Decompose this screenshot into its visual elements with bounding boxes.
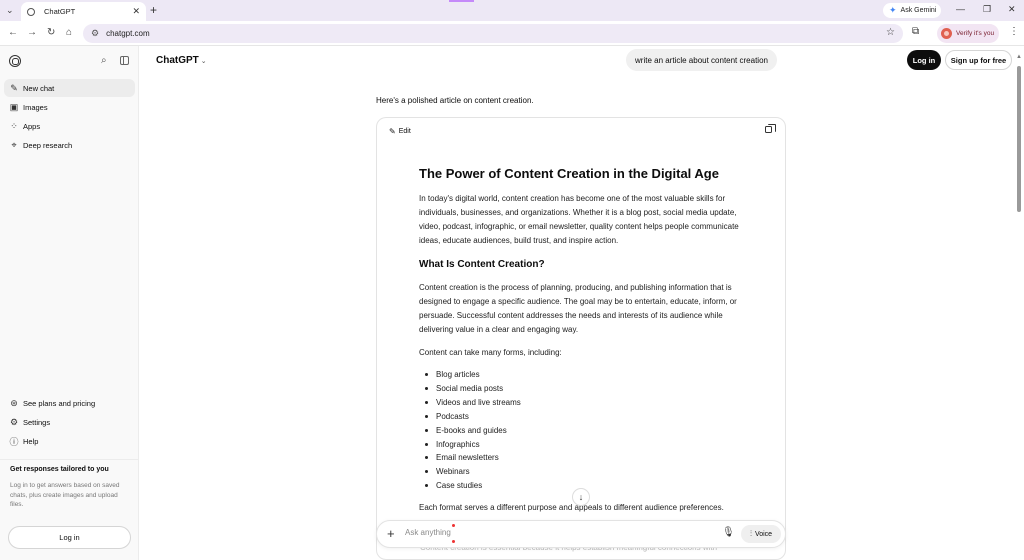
gemini-sparkle-icon: ✦ — [889, 5, 897, 15]
arrow-down-icon: ↓ — [578, 492, 584, 502]
forward-arrow-icon[interactable]: → — [27, 27, 37, 38]
sidebar-item-images[interactable]: ▣ Images — [4, 98, 135, 116]
list-item: E-books and guides — [419, 424, 749, 438]
plans-icon: ⊛ — [10, 397, 18, 408]
extensions-icon[interactable]: ⧉ — [912, 26, 919, 37]
list-item: Email newsletters — [419, 451, 749, 465]
sidebar-item-label: See plans and pricing — [23, 398, 96, 408]
content-forms-list: Blog articles Social media posts Videos … — [419, 368, 749, 493]
edit-icon: ✎ — [10, 82, 18, 93]
article-document: The Power of Content Creation in the Dig… — [419, 166, 749, 515]
browser-menu-icon[interactable]: ⋮ — [1009, 26, 1019, 37]
sidebar-item-plans[interactable]: ⊛ See plans and pricing — [4, 394, 135, 412]
sidebar: ⌕ ✎ New chat ▣ Images ⁘ Apps ⌖ Deep rese… — [0, 46, 139, 560]
image-icon: ▣ — [9, 101, 19, 112]
gear-icon: ⚙ — [9, 416, 19, 427]
user-message-bubble: write an article about content creation — [626, 49, 777, 71]
home-icon[interactable]: ⌂ — [66, 27, 72, 38]
sidebar-item-settings[interactable]: ⚙ Settings — [4, 413, 135, 431]
scroll-down-button[interactable]: ↓ — [572, 488, 590, 506]
ask-gemini-button[interactable]: ✦ Ask Gemini — [883, 3, 941, 18]
browser-tab[interactable]: ChatGPT ✕ — [21, 2, 146, 21]
chevron-down-icon: ⌄ — [200, 58, 207, 65]
page-scrollbar[interactable]: ▲ — [1016, 54, 1022, 560]
login-button[interactable]: Log in — [907, 50, 941, 70]
sidebar-item-deep-research[interactable]: ⌖ Deep research — [4, 136, 135, 154]
model-selector[interactable]: ChatGPT ⌄ — [156, 55, 207, 66]
sidebar-item-label: New chat — [23, 83, 55, 93]
new-tab-button[interactable]: + — [150, 3, 157, 17]
sidebar-item-new-chat[interactable]: ✎ New chat — [4, 79, 135, 97]
article-paragraph: In today's digital world, content creati… — [419, 194, 739, 245]
edit-button[interactable]: ✎ Edit — [383, 123, 417, 139]
sidebar-login-button[interactable]: Log in — [8, 526, 131, 549]
profile-avatar-icon — [941, 28, 952, 39]
cursor-marker-icon — [452, 540, 455, 543]
search-icon[interactable]: ⌕ — [101, 55, 107, 66]
tab-close-icon[interactable]: ✕ — [132, 6, 140, 17]
sidebar-item-apps[interactable]: ⁘ Apps — [4, 117, 135, 135]
article-title: The Power of Content Creation in the Dig… — [419, 166, 719, 181]
list-item: Podcasts — [419, 410, 749, 424]
address-bar[interactable]: ⚙ chatgpt.com ☆ — [83, 24, 903, 43]
list-item: Blog articles — [419, 368, 749, 382]
list-item: Infographics — [419, 438, 749, 452]
bookmark-star-icon[interactable]: ☆ — [886, 27, 895, 38]
ask-gemini-label: Ask Gemini — [900, 7, 937, 14]
sidebar-item-help[interactable]: ⓘ Help — [4, 432, 135, 450]
openai-logo-icon[interactable] — [9, 55, 21, 67]
help-icon: ⓘ — [9, 436, 19, 447]
list-item: Videos and live streams — [419, 396, 749, 410]
url-text: chatgpt.com — [106, 29, 150, 38]
sidebar-item-label: Help — [23, 436, 39, 446]
article-paragraph: Content can take many forms, including: — [419, 348, 562, 357]
telescope-icon: ⌖ — [11, 139, 17, 150]
sidebar-item-label: Images — [23, 102, 48, 112]
site-settings-icon[interactable]: ⚙ — [91, 28, 99, 39]
edit-label: Edit — [398, 127, 411, 135]
voice-button[interactable]: ⫶ Voice — [741, 525, 781, 543]
apps-grid-icon: ⁘ — [10, 120, 18, 131]
ask-input[interactable] — [405, 528, 705, 537]
browser-tab-strip: ⌄ ChatGPT ✕ + ✦ Ask Gemini — ❐ ✕ — [0, 0, 1024, 21]
verify-label: Verify it's you — [956, 30, 995, 37]
article-heading: What Is Content Creation? — [419, 259, 545, 270]
pencil-icon: ✎ — [389, 126, 396, 136]
signup-button[interactable]: Sign up for free — [945, 50, 1012, 70]
promo-description: Log in to get answers based on saved cha… — [10, 482, 120, 508]
sidebar-item-label: Settings — [23, 417, 51, 427]
message-composer: + 🎙 ⫶ Voice — [376, 520, 786, 548]
login-promo-card: Get responses tailored to you Log in to … — [0, 459, 139, 516]
sidebar-item-label: Apps — [23, 121, 41, 131]
reload-icon[interactable]: ↻ — [47, 27, 55, 38]
voice-label: Voice — [754, 530, 773, 538]
restore-icon[interactable]: ❐ — [983, 4, 991, 15]
window-close-icon[interactable]: ✕ — [1008, 4, 1016, 15]
model-name: ChatGPT — [156, 55, 199, 66]
waveform-icon: ⫶ — [749, 529, 752, 538]
tab-favicon-icon — [27, 7, 35, 16]
microphone-icon[interactable]: 🎙 — [722, 527, 735, 538]
list-item: Social media posts — [419, 382, 749, 396]
scroll-up-arrow-icon[interactable]: ▲ — [1016, 54, 1022, 60]
article-paragraph: Content creation is the process of plann… — [419, 283, 737, 334]
scrollbar-thumb[interactable] — [1017, 66, 1021, 212]
tab-group-indicator — [449, 0, 474, 2]
verify-profile-button[interactable]: Verify it's you — [937, 24, 999, 43]
plus-icon[interactable]: + — [387, 526, 395, 541]
list-item: Webinars — [419, 465, 749, 479]
promo-title: Get responses tailored to you — [10, 466, 109, 473]
sidebar-toggle-icon[interactable] — [120, 56, 129, 65]
browser-toolbar: ← → ↻ ⌂ ⚙ chatgpt.com ☆ ⧉ Verify it's yo… — [0, 21, 1024, 46]
sidebar-item-label: Deep research — [23, 140, 73, 150]
back-arrow-icon[interactable]: ← — [8, 27, 18, 38]
copy-icon[interactable] — [765, 124, 776, 133]
minimize-icon[interactable]: — — [956, 4, 965, 14]
tab-search-chevron-icon[interactable]: ⌄ — [6, 5, 14, 16]
tab-title: ChatGPT — [44, 7, 76, 16]
assistant-intro-text: Here's a polished article on content cre… — [376, 96, 534, 105]
cursor-marker-icon — [452, 524, 455, 527]
